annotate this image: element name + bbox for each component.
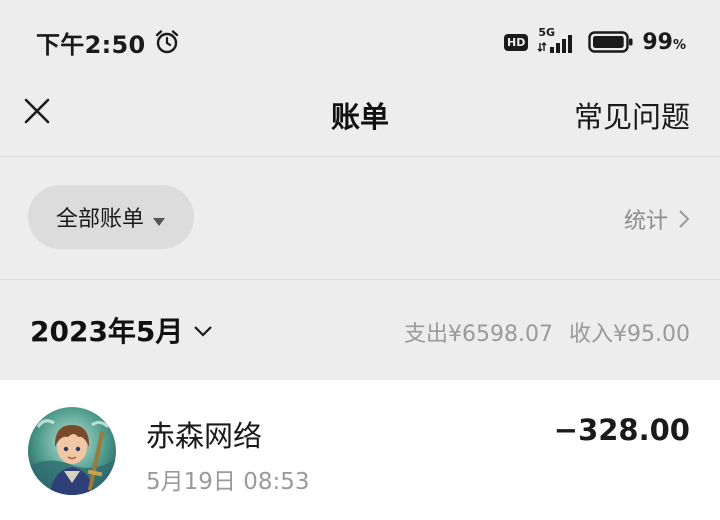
battery-value: 99	[642, 29, 673, 55]
month-summary: 支出¥6598.07 收入¥95.00	[404, 316, 690, 348]
transaction-amount: −328.00	[553, 413, 690, 447]
merchant-avatar	[28, 407, 116, 495]
caret-down-icon	[152, 212, 166, 226]
status-time: 下午2:50	[36, 30, 146, 59]
status-left: 下午2:50	[36, 25, 180, 60]
transaction-time: 5月19日 08:53	[146, 469, 310, 495]
faq-link[interactable]: 常见问题	[574, 94, 690, 136]
status-right: HD 5G 99%	[504, 26, 686, 55]
transaction-item[interactable]: 赤森网络 5月19日 08:53 −328.00	[0, 380, 720, 520]
bill-filter-label: 全部账单	[55, 207, 144, 232]
statistics-link[interactable]: 统计	[624, 203, 690, 235]
alarm-clock-icon	[154, 29, 180, 55]
month-selector[interactable]: 2023年5月	[30, 310, 213, 350]
expense-total: 支出¥6598.07	[404, 322, 554, 347]
hd-badge: HD	[504, 33, 529, 51]
bill-filter-dropdown[interactable]: 全部账单	[28, 185, 194, 249]
signal-icon: 5G	[536, 26, 580, 55]
month-row: 2023年5月 支出¥6598.07 收入¥95.00	[0, 280, 720, 380]
income-total: 收入¥95.00	[569, 322, 690, 347]
chevron-down-icon	[193, 323, 213, 337]
battery-icon	[588, 30, 634, 54]
status-bar: 下午2:50 HD 5G 99%	[0, 0, 720, 84]
battery-unit: %	[672, 37, 686, 53]
statistics-label: 统计	[623, 209, 668, 234]
merchant-name: 赤森网络	[146, 419, 263, 453]
title-bar: 账单 常见问题	[0, 84, 720, 156]
transaction-list: 赤森网络 5月19日 08:53 −328.00	[0, 380, 720, 520]
month-label: 2023年5月	[30, 315, 184, 348]
filter-row: 全部账单 统计	[0, 157, 720, 279]
chevron-right-icon	[678, 209, 690, 229]
battery-percentage: 99%	[642, 30, 686, 55]
